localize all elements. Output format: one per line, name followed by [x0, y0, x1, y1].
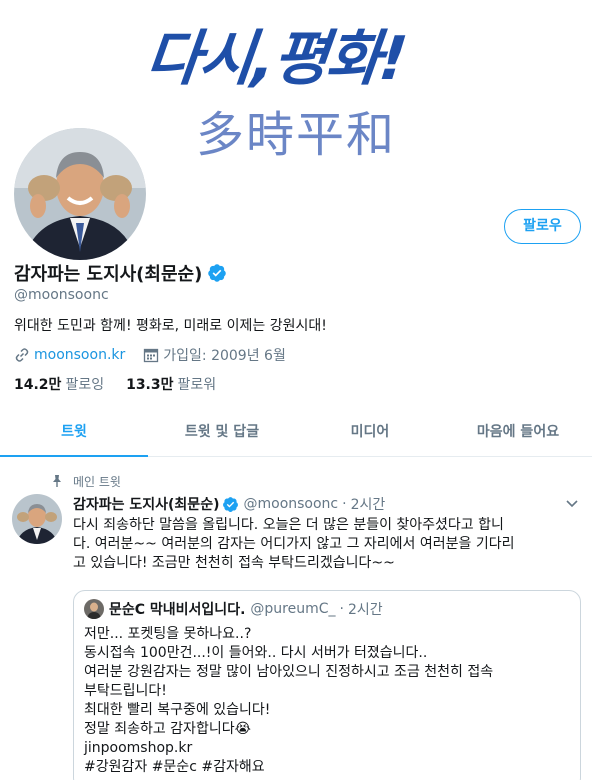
- pin-icon: [53, 475, 61, 487]
- link-icon: [15, 348, 29, 362]
- tweet-avatar-photo: [12, 494, 62, 544]
- tweet-text: 다시 죄송하단 말씀을 올립니다. 오늘은 더 많은 분들이 찾아주셨다고 합니…: [73, 516, 583, 573]
- quoted-tweet[interactable]: 문순C 막내비서입니다. @pureumC_ · 2시간 저만... 포켓팅을 …: [73, 590, 581, 780]
- profile-joined-date: 가입일: 2009년 6월: [163, 348, 286, 364]
- quoted-text-line: 부탁드립니다!: [84, 683, 167, 699]
- followers-label[interactable]: 팔로워: [178, 374, 217, 394]
- profile-handle: @moonsoonc: [14, 287, 109, 303]
- profile-website-link[interactable]: moonsoon.kr: [34, 347, 125, 363]
- quoted-tweet-text: 저만... 포켓팅을 못하나요..? 동시접속 100만건...!이 들어와..…: [84, 625, 570, 777]
- tweet-text-line: 다. 여러분~~ 여러분의 감자는 어디가지 않고 그 자리에서 여러분을 기다…: [73, 536, 515, 552]
- chevron-down-icon[interactable]: [565, 496, 579, 510]
- quoted-text-line: 여러분 강원감자는 정말 많이 남아있으니 진정하시고 조금 천천히 접속: [84, 664, 494, 680]
- quoted-author-avatar: [84, 599, 104, 619]
- tweet-text-line: 다시 죄송하단 말씀을 올립니다. 오늘은 더 많은 분들이 찾아주셨다고 합니: [73, 517, 504, 533]
- verified-badge-icon: [208, 264, 227, 282]
- quoted-text-line: 최대한 빨리 복구중에 있습니다!: [84, 702, 271, 718]
- quoted-text-line: #강원감자 #문순c #감자해요: [84, 759, 265, 775]
- quoted-text-line: 정말 죄송하고 감자합니다😭: [84, 721, 251, 737]
- profile-bio: 위대한 도민과 함께! 평화로, 미래로 이제는 강원시대!: [14, 318, 327, 334]
- tweet-author-handle[interactable]: @moonsoonc: [243, 496, 338, 512]
- followers-count[interactable]: 13.3만: [126, 374, 173, 394]
- tweet-text-line: 고 있습니다! 조금만 천천히 접속 부탁드리겠습니다~~: [73, 555, 395, 571]
- quoted-text-line: 동시접속 100만건...!이 들어와.. 다시 서버가 터졌습니다..: [84, 645, 428, 661]
- profile-name-row: 감자파는 도지사(최문순): [14, 260, 227, 286]
- calendar-icon: [144, 348, 159, 363]
- tweet-author-avatar[interactable]: [12, 494, 62, 544]
- pinned-label-text: 메인 트윗: [73, 474, 121, 489]
- tweet-header: 감자파는 도지사(최문순) @moonsoonc · 2시간: [73, 494, 385, 514]
- quoted-author-name: 문순C 막내비서입니다.: [109, 602, 246, 618]
- tweet-timestamp[interactable]: 2시간: [351, 494, 386, 514]
- tab-tweets-and-replies[interactable]: 트윗 및 답글: [148, 410, 296, 456]
- following-label[interactable]: 팔로잉: [65, 374, 104, 394]
- verified-badge-icon: [223, 496, 239, 512]
- avatar-photo: [14, 128, 146, 260]
- banner-title: 다시,평화!: [142, 24, 409, 94]
- quoted-author-handle: @pureumC_: [250, 601, 336, 617]
- tweet-separator: ·: [342, 496, 347, 512]
- banner-subtitle: 多時平和: [196, 107, 397, 163]
- tweet-author-name[interactable]: 감자파는 도지사(최문순): [73, 494, 219, 514]
- profile-avatar[interactable]: [10, 124, 150, 264]
- tab-tweets[interactable]: 트윗: [0, 410, 148, 457]
- quoted-timestamp: 2시간: [347, 602, 383, 618]
- profile-tabs: 트윗 트윗 및 답글 미디어 마음에 들어요: [0, 410, 592, 457]
- profile-stats: 14.2만 팔로잉 13.3만 팔로워: [14, 374, 238, 394]
- quoted-tweet-header: 문순C 막내비서입니다. @pureumC_ · 2시간: [84, 599, 570, 619]
- tab-media[interactable]: 미디어: [296, 410, 444, 456]
- profile-meta: moonsoon.kr 가입일: 2009년 6월: [14, 345, 286, 365]
- follow-button[interactable]: 팔로우: [504, 209, 581, 244]
- pinned-tweet-label: 메인 트윗: [50, 472, 121, 490]
- profile-display-name: 감자파는 도지사(최문순): [14, 264, 203, 285]
- following-count[interactable]: 14.2만: [14, 374, 61, 394]
- tab-likes[interactable]: 마음에 들어요: [444, 410, 592, 456]
- quoted-separator: ·: [339, 601, 344, 617]
- quoted-text-line: jinpoomshop.kr: [84, 740, 193, 756]
- quoted-text-line: 저만... 포켓팅을 못하나요..?: [84, 626, 252, 642]
